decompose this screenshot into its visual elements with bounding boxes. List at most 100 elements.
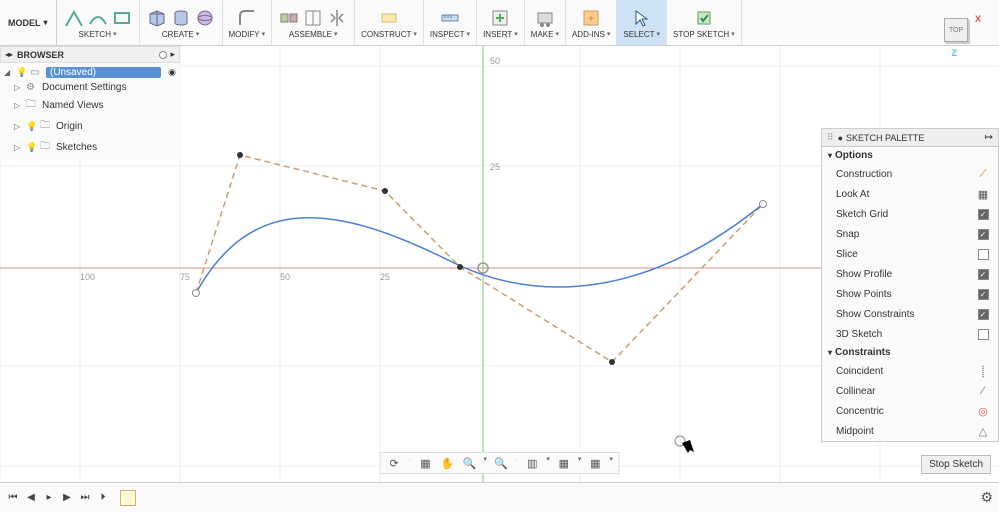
- settings-gear-icon[interactable]: ⚙: [980, 489, 993, 506]
- model-label: MODEL: [8, 18, 41, 28]
- mirror-icon[interactable]: [326, 7, 348, 29]
- fit-icon[interactable]: 🔍: [493, 455, 509, 471]
- view-cube[interactable]: TOP: [944, 18, 974, 48]
- palette-option-show-constraints[interactable]: Show Constraints✓: [822, 304, 998, 324]
- box-icon[interactable]: [146, 7, 168, 29]
- tool-group-stop-sketch[interactable]: STOP SKETCH▾: [667, 0, 742, 45]
- sketch-icon[interactable]: [63, 7, 85, 29]
- tool-group-add-ins[interactable]: + ADD-INS▾: [566, 0, 617, 45]
- tool-label[interactable]: STOP SKETCH▾: [673, 30, 735, 39]
- tool-group-assemble[interactable]: ASSEMBLE▾: [272, 0, 355, 45]
- tree-item[interactable]: ▷⚙Document Settings: [0, 80, 180, 95]
- browser-dot-icon[interactable]: [159, 51, 167, 59]
- palette-option-snap[interactable]: Snap✓: [822, 224, 998, 244]
- sphere-icon[interactable]: [194, 7, 216, 29]
- tree-item[interactable]: ▷🗀Named Views: [0, 95, 180, 116]
- select-icon[interactable]: [631, 7, 653, 29]
- stop-icon[interactable]: [693, 7, 715, 29]
- browser-caret-icon[interactable]: ▸: [170, 49, 175, 60]
- arc-icon[interactable]: [87, 7, 109, 29]
- browser-title: BROWSER: [17, 50, 159, 60]
- model-menu[interactable]: MODEL ▾: [0, 0, 57, 45]
- palette-header[interactable]: ⠿ ● SKETCH PALETTE ↦: [822, 129, 998, 147]
- tool-label[interactable]: SKETCH▾: [79, 30, 117, 39]
- timeline-bar: ⏮ ◀ ▸ ▶ ⏭ ⏵ ⚙: [0, 482, 999, 512]
- tool-label[interactable]: CONSTRUCT▾: [361, 30, 417, 39]
- timeline-play[interactable]: ⏵: [96, 491, 110, 505]
- tool-group-make[interactable]: MAKE▾: [525, 0, 566, 45]
- tool-group-create[interactable]: CREATE▾: [140, 0, 223, 45]
- orbit-icon[interactable]: ⟳: [386, 455, 402, 471]
- browser-header[interactable]: ◂▸ BROWSER ▸: [0, 46, 180, 63]
- zoom-icon[interactable]: 🔍: [461, 455, 477, 471]
- chevron-down-icon: ▾: [44, 18, 48, 27]
- addin-icon[interactable]: +: [580, 7, 602, 29]
- palette-section-constraints[interactable]: ▾Constraints: [822, 344, 998, 361]
- tool-group-construct[interactable]: CONSTRUCT▾: [355, 0, 424, 45]
- tree-root[interactable]: ◢💡▭ (Unsaved) ◉: [0, 65, 180, 80]
- tool-group-sketch[interactable]: SKETCH▾: [57, 0, 140, 45]
- palette-option-show-points[interactable]: Show Points✓: [822, 284, 998, 304]
- svg-text:+: +: [588, 14, 594, 25]
- tool-label[interactable]: ADD-INS▾: [572, 30, 610, 39]
- tool-group-select[interactable]: SELECT▾: [617, 0, 667, 45]
- palette-constraint-concentric[interactable]: Concentric◎: [822, 401, 998, 421]
- plane-icon[interactable]: [378, 7, 400, 29]
- stop-sketch-button[interactable]: Stop Sketch: [921, 455, 991, 474]
- axis-z-label: Z: [952, 48, 958, 58]
- palette-option-slice[interactable]: Slice: [822, 244, 998, 264]
- pan-icon[interactable]: ✋: [439, 455, 455, 471]
- pin-icon[interactable]: ↦: [985, 132, 993, 143]
- palette-option-show-profile[interactable]: Show Profile✓: [822, 264, 998, 284]
- tool-label[interactable]: MAKE▾: [531, 30, 559, 39]
- timeline-fwd[interactable]: ▶: [60, 491, 74, 505]
- assy-icon[interactable]: [302, 7, 324, 29]
- joint-icon[interactable]: [278, 7, 300, 29]
- rect-icon[interactable]: [111, 7, 133, 29]
- tool-group-modify[interactable]: MODIFY▾: [223, 0, 273, 45]
- make-icon[interactable]: [534, 7, 556, 29]
- tool-label[interactable]: SELECT▾: [623, 30, 660, 39]
- tool-label[interactable]: INSERT▾: [483, 30, 518, 39]
- grip-icon[interactable]: ⠿: [827, 132, 834, 143]
- tool-group-inspect[interactable]: INSPECT▾: [424, 0, 477, 45]
- control-points[interactable]: [193, 152, 767, 365]
- timeline-start[interactable]: ⏮: [6, 491, 20, 505]
- tool-label[interactable]: CREATE▾: [162, 30, 199, 39]
- palette-option-look-at[interactable]: Look At▦: [822, 184, 998, 204]
- tree-item[interactable]: ▷💡🗀Origin: [0, 116, 180, 137]
- timeline-end[interactable]: ⏭: [78, 491, 92, 505]
- sketch-palette: ⠿ ● SKETCH PALETTE ↦ ▾Options Constructi…: [821, 128, 999, 442]
- palette-option-sketch-grid[interactable]: Sketch Grid✓: [822, 204, 998, 224]
- palette-constraint-coincident[interactable]: Coincident⸽: [822, 361, 998, 381]
- palette-title: SKETCH PALETTE: [846, 133, 985, 143]
- xtick: 50: [280, 272, 290, 282]
- timeline-back[interactable]: ◀: [24, 491, 38, 505]
- control-polygon[interactable]: [196, 155, 763, 362]
- display-icon[interactable]: ▥: [524, 455, 540, 471]
- tool-group-insert[interactable]: INSERT▾: [477, 0, 525, 45]
- viewport-icon[interactable]: ▦: [587, 455, 603, 471]
- palette-section-options[interactable]: ▾Options: [822, 147, 998, 164]
- spline-curve[interactable]: [196, 204, 763, 293]
- xtick: 25: [380, 272, 390, 282]
- timeline-step[interactable]: ▸: [42, 491, 56, 505]
- fillet-icon[interactable]: [236, 7, 258, 29]
- xtick: 75: [180, 272, 190, 282]
- palette-option-3d-sketch[interactable]: 3D Sketch: [822, 324, 998, 344]
- tree-item[interactable]: ▷💡🗀Sketches: [0, 137, 180, 158]
- insert-icon[interactable]: [489, 7, 511, 29]
- grid-icon[interactable]: ▦: [556, 455, 572, 471]
- cyl-icon[interactable]: [170, 7, 192, 29]
- look-icon[interactable]: ▦: [417, 455, 433, 471]
- tool-label[interactable]: INSPECT▾: [430, 30, 470, 39]
- collapse-icon[interactable]: ◂▸: [5, 50, 13, 59]
- palette-constraint-collinear[interactable]: Collinear⁄: [822, 381, 998, 401]
- measure-icon[interactable]: [439, 7, 461, 29]
- timeline-feature-sketch[interactable]: [120, 490, 136, 506]
- tool-label[interactable]: ASSEMBLE▾: [289, 30, 338, 39]
- tool-label[interactable]: MODIFY▾: [229, 30, 266, 39]
- view-cube-top[interactable]: TOP: [944, 18, 968, 42]
- palette-option-construction[interactable]: Construction⟋: [822, 164, 998, 184]
- palette-constraint-midpoint[interactable]: Midpoint△: [822, 421, 998, 441]
